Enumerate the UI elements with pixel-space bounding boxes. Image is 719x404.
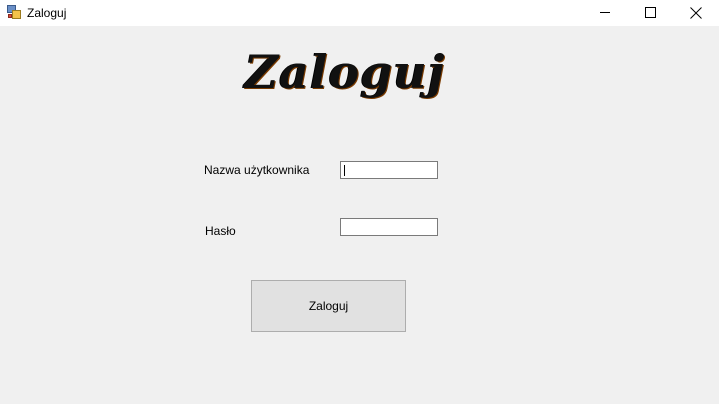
logo-title: Zaloguj bbox=[244, 45, 446, 99]
close-icon bbox=[690, 7, 702, 19]
password-label: Hasło bbox=[205, 224, 236, 238]
minimize-button[interactable] bbox=[582, 0, 628, 26]
app-icon bbox=[7, 5, 21, 19]
maximize-button[interactable] bbox=[628, 0, 674, 26]
maximize-icon bbox=[645, 7, 656, 18]
login-button[interactable]: Zaloguj bbox=[251, 280, 406, 332]
close-button[interactable] bbox=[673, 0, 719, 26]
text-caret bbox=[344, 165, 345, 176]
username-label: Nazwa użytkownika bbox=[204, 163, 310, 177]
minimize-icon bbox=[600, 12, 610, 13]
username-input[interactable] bbox=[340, 161, 438, 179]
title-bar: Zaloguj bbox=[0, 0, 719, 26]
password-input[interactable] bbox=[340, 218, 438, 236]
window-title: Zaloguj bbox=[27, 6, 67, 20]
